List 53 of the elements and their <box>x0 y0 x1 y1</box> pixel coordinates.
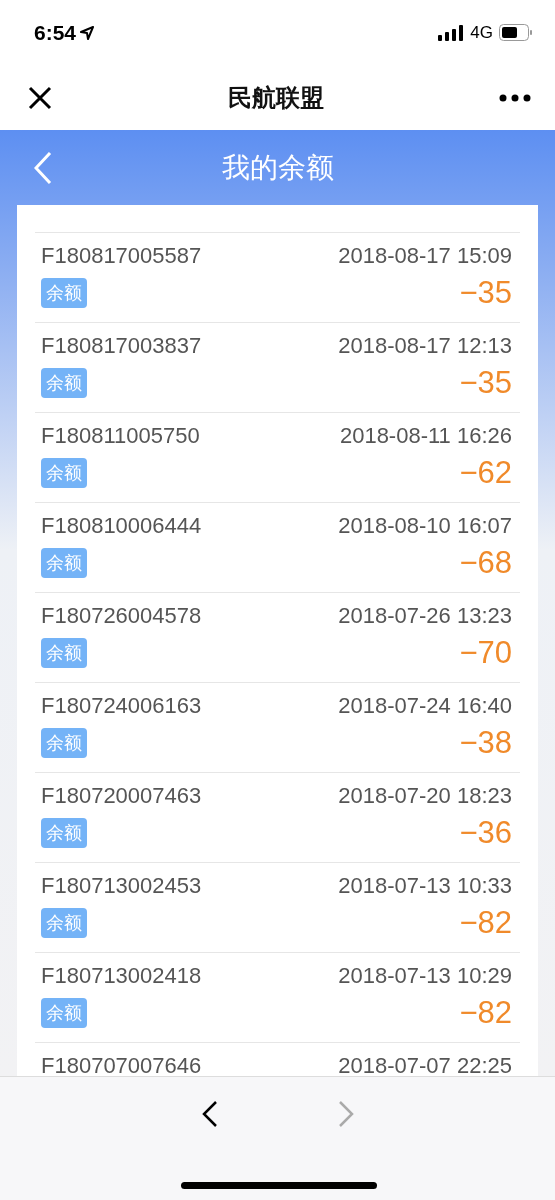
order-number: F180707007646 <box>41 1053 202 1076</box>
record-time: 2018-08-10 16:07 <box>338 513 512 539</box>
balance-tag: 余额 <box>41 638 87 668</box>
close-button[interactable] <box>28 85 52 110</box>
amount: −38 <box>459 725 512 761</box>
record-time: 2018-07-26 13:23 <box>338 603 512 629</box>
back-icon <box>201 1101 218 1127</box>
amount: −35 <box>459 275 512 311</box>
balance-tag: 余额 <box>41 368 87 398</box>
amount: −35 <box>459 365 512 401</box>
order-number: F180811005750 <box>41 423 200 449</box>
amount: −68 <box>459 545 512 581</box>
amount: −70 <box>459 635 512 671</box>
order-number: F180713002418 <box>41 963 202 989</box>
amount: −62 <box>459 455 512 491</box>
close-icon <box>28 85 52 110</box>
back-button[interactable] <box>201 1101 218 1127</box>
record-time: 2018-08-17 12:13 <box>338 333 512 359</box>
window-title: 民航联盟 <box>227 82 324 113</box>
amount: −82 <box>459 905 512 941</box>
order-number: F180817003837 <box>41 333 202 359</box>
balance-tag: 余额 <box>41 728 87 758</box>
order-number: F180817005587 <box>41 243 202 269</box>
balance-tag: 余额 <box>41 458 87 488</box>
balance-tag: 余额 <box>41 548 87 578</box>
record-time: 2018-07-13 10:29 <box>338 963 512 989</box>
signal-icon <box>438 24 465 41</box>
back-icon <box>34 152 52 184</box>
forward-icon <box>337 1101 354 1127</box>
balance-tag: 余额 <box>41 818 87 848</box>
record-time: 2018-08-17 15:09 <box>338 243 512 269</box>
record-time: 2018-08-11 16:26 <box>339 423 512 449</box>
battery-icon <box>499 24 533 41</box>
balance-tag: 余额 <box>41 278 87 308</box>
more-icon <box>499 93 531 102</box>
balance-tag: 余额 <box>41 998 87 1028</box>
record-time: 2018-07-07 22:25 <box>338 1053 512 1076</box>
location-arrow-icon <box>80 25 95 40</box>
page-title: 我的余额 <box>221 150 334 185</box>
order-number: F180810006444 <box>41 513 202 539</box>
order-number: F180720007463 <box>41 783 202 809</box>
amount: −82 <box>459 995 512 1031</box>
balance-tag: 余额 <box>41 908 87 938</box>
record-time: 2018-07-20 18:23 <box>338 783 512 809</box>
order-number: F180724006163 <box>41 693 202 719</box>
order-number: F180713002453 <box>41 873 202 899</box>
more-button[interactable] <box>499 93 531 102</box>
order-number: F180726004578 <box>41 603 202 629</box>
network-label: 4G <box>470 22 493 43</box>
clock-time: 6:54 <box>34 20 77 45</box>
amount: −36 <box>459 815 512 851</box>
record-time: 2018-07-13 10:33 <box>338 873 512 899</box>
record-time: 2018-07-24 16:40 <box>338 693 512 719</box>
